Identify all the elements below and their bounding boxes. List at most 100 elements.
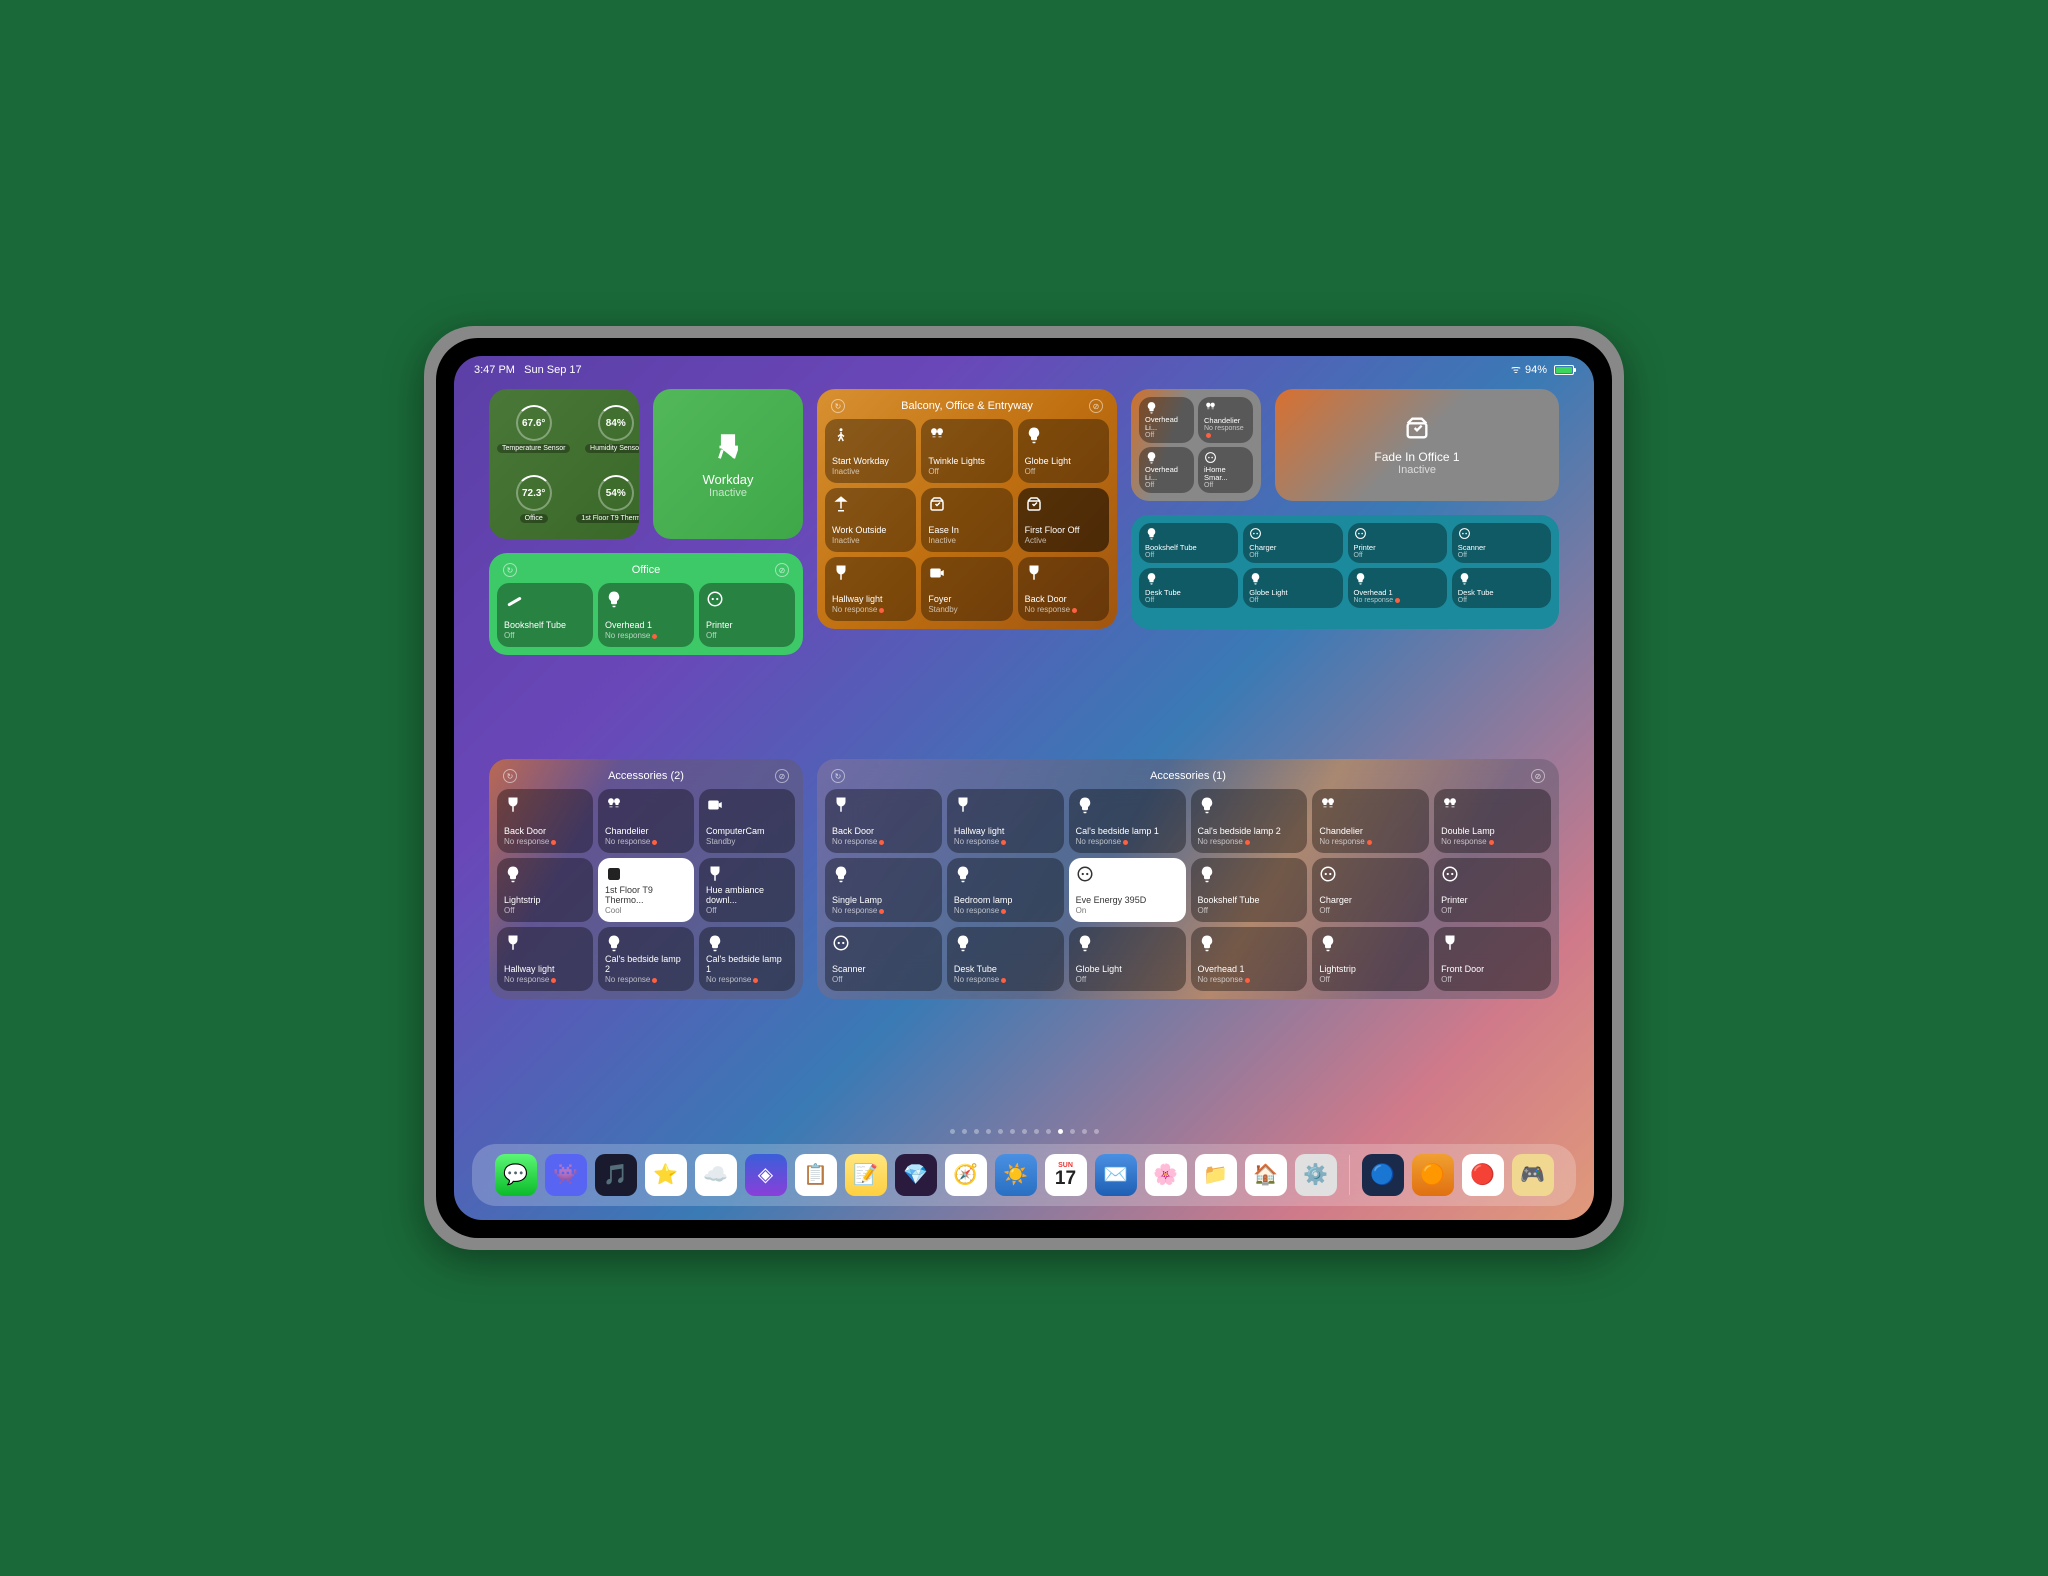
page-dot[interactable] [1010, 1129, 1015, 1134]
refresh-icon[interactable]: ↻ [503, 563, 517, 577]
recent4-app[interactable]: 🎮 [1512, 1154, 1554, 1196]
accessory-tile[interactable]: Twinkle Lights Off [921, 419, 1012, 483]
accessory-tile[interactable]: 1st Floor T9 Thermo... Cool [598, 858, 694, 922]
accessory-tile[interactable]: Scanner Off [1452, 523, 1551, 563]
page-dot[interactable] [1082, 1129, 1087, 1134]
accessory-tile[interactable]: ComputerCam Standby [699, 789, 795, 853]
accessory-tile[interactable]: Foyer Standby [921, 557, 1012, 621]
accessory-tile[interactable]: Ease In Inactive [921, 488, 1012, 552]
home-app[interactable]: 🏠 [1245, 1154, 1287, 1196]
accessory-tile[interactable]: Single Lamp No response [825, 858, 942, 922]
notes-app[interactable]: 📝 [845, 1154, 887, 1196]
page-dot[interactable] [998, 1129, 1003, 1134]
page-dot[interactable] [986, 1129, 991, 1134]
accessory-tile[interactable]: Hue ambiance downl... Off [699, 858, 795, 922]
page-dot[interactable] [1022, 1129, 1027, 1134]
edit-icon[interactable]: ⊘ [775, 563, 789, 577]
thermo-icon [605, 865, 623, 883]
accessory-tile[interactable]: Printer Off [699, 583, 795, 647]
mail-app[interactable]: ✉️ [1095, 1154, 1137, 1196]
icloud-app[interactable]: ☁️ [695, 1154, 737, 1196]
accessory-tile[interactable]: Chandelier No response [1198, 397, 1253, 443]
accessory-tile[interactable]: Overhead Li... Off [1139, 447, 1194, 493]
accessory-tile[interactable]: Desk Tube No response [947, 927, 1064, 991]
safari-app[interactable]: 🧭 [945, 1154, 987, 1196]
accessory-tile[interactable]: Hallway light No response [947, 789, 1064, 853]
shortcuts-app[interactable]: ◈ [745, 1154, 787, 1196]
accessory-tile[interactable]: Bookshelf Tube Off [497, 583, 593, 647]
recent2-app[interactable]: 🟠 [1412, 1154, 1454, 1196]
accessory-tile[interactable]: Desk Tube Off [1139, 568, 1238, 608]
accessory-tile[interactable]: Work Outside Inactive [825, 488, 916, 552]
accessory-tile[interactable]: Double Lamp No response [1434, 789, 1551, 853]
accessory-tile[interactable]: Globe Light Off [1018, 419, 1109, 483]
accessory-tile[interactable]: Cal's bedside lamp 1 No response [1069, 789, 1186, 853]
page-dot[interactable] [974, 1129, 979, 1134]
accessory-tile[interactable]: Back Door No response [1018, 557, 1109, 621]
page-dot[interactable] [962, 1129, 967, 1134]
accessory-tile[interactable]: Lightstrip Off [1312, 927, 1429, 991]
workday-scene[interactable]: Workday Inactive [653, 389, 803, 539]
page-dot[interactable] [1094, 1129, 1099, 1134]
page-dot[interactable] [1034, 1129, 1039, 1134]
accessory-tile[interactable]: Globe Light Off [1069, 927, 1186, 991]
page-dot[interactable] [1070, 1129, 1075, 1134]
accessory-tile[interactable]: Front Door Off [1434, 927, 1551, 991]
todo-app[interactable]: ⭐ [645, 1154, 687, 1196]
accessory-tile[interactable]: Globe Light Off [1243, 568, 1342, 608]
accessory-tile[interactable]: Printer Off [1348, 523, 1447, 563]
accessory-tile[interactable]: Scanner Off [825, 927, 942, 991]
refresh-icon[interactable]: ↻ [831, 769, 845, 783]
accessory-tile[interactable]: First Floor Off Active [1018, 488, 1109, 552]
page-dot[interactable] [950, 1129, 955, 1134]
accessory-tile[interactable]: Bedroom lamp No response [947, 858, 1064, 922]
tile-status: Off [1198, 906, 1301, 915]
accessory-tile[interactable]: Hallway light No response [825, 557, 916, 621]
obsidian-app[interactable]: 💎 [895, 1154, 937, 1196]
accessory-tile[interactable]: Cal's bedside lamp 2 No response [598, 927, 694, 991]
reminders-app[interactable]: 📋 [795, 1154, 837, 1196]
messages-app[interactable]: 💬 [495, 1154, 537, 1196]
fade-scene[interactable]: Fade In Office 1 Inactive [1275, 389, 1559, 501]
refresh-icon[interactable]: ↻ [503, 769, 517, 783]
page-dot[interactable] [1058, 1129, 1063, 1134]
refresh-icon[interactable]: ↻ [831, 399, 845, 413]
edit-icon[interactable]: ⊘ [1531, 769, 1545, 783]
music-app[interactable]: 🎵 [595, 1154, 637, 1196]
can-icon [1441, 934, 1459, 952]
accessory-tile[interactable]: Desk Tube Off [1452, 568, 1551, 608]
edit-icon[interactable]: ⊘ [1089, 399, 1103, 413]
accessory-tile[interactable]: Overhead 1 No response [598, 583, 694, 647]
accessory-tile[interactable]: Charger Off [1312, 858, 1429, 922]
accessory-tile[interactable]: iHome Smar... Off [1198, 447, 1253, 493]
weather-app[interactable]: ☀️ [995, 1154, 1037, 1196]
accessory-tile[interactable]: Printer Off [1434, 858, 1551, 922]
accessory-tile[interactable]: Lightstrip Off [497, 858, 593, 922]
accessory-tile[interactable]: Cal's bedside lamp 1 No response [699, 927, 795, 991]
accessory-tile[interactable]: Overhead Li... Off [1139, 397, 1194, 443]
recent1-app[interactable]: 🔵 [1362, 1154, 1404, 1196]
edit-icon[interactable]: ⊘ [775, 769, 789, 783]
accessory-tile[interactable]: Chandelier No response [598, 789, 694, 853]
page-dot[interactable] [1046, 1129, 1051, 1134]
photos-app[interactable]: 🌸 [1145, 1154, 1187, 1196]
recent3-app[interactable]: 🔴 [1462, 1154, 1504, 1196]
settings-app[interactable]: ⚙️ [1295, 1154, 1337, 1196]
accessory-tile[interactable]: Start Workday Inactive [825, 419, 916, 483]
accessory-tile[interactable]: Eve Energy 395D On [1069, 858, 1186, 922]
page-indicator[interactable] [454, 1119, 1594, 1144]
accessory-tile[interactable]: Overhead 1 No response [1348, 568, 1447, 608]
discord-app[interactable]: 👾 [545, 1154, 587, 1196]
accessory-tile[interactable]: Back Door No response [497, 789, 593, 853]
files-app[interactable]: 📁 [1195, 1154, 1237, 1196]
accessory-tile[interactable]: Bookshelf Tube Off [1139, 523, 1238, 563]
accessory-tile[interactable]: Overhead 1 No response [1191, 927, 1308, 991]
calendar-app[interactable]: SUN17 [1045, 1154, 1087, 1196]
accessory-tile[interactable]: Charger Off [1243, 523, 1342, 563]
accessory-tile[interactable]: Chandelier No response [1312, 789, 1429, 853]
accessory-tile[interactable]: Hallway light No response [497, 927, 593, 991]
accessory-tile[interactable]: Bookshelf Tube Off [1191, 858, 1308, 922]
sensor-widget[interactable]: 67.6° Temperature Sensor 84% Humidity Se… [489, 389, 639, 539]
accessory-tile[interactable]: Cal's bedside lamp 2 No response [1191, 789, 1308, 853]
accessory-tile[interactable]: Back Door No response [825, 789, 942, 853]
